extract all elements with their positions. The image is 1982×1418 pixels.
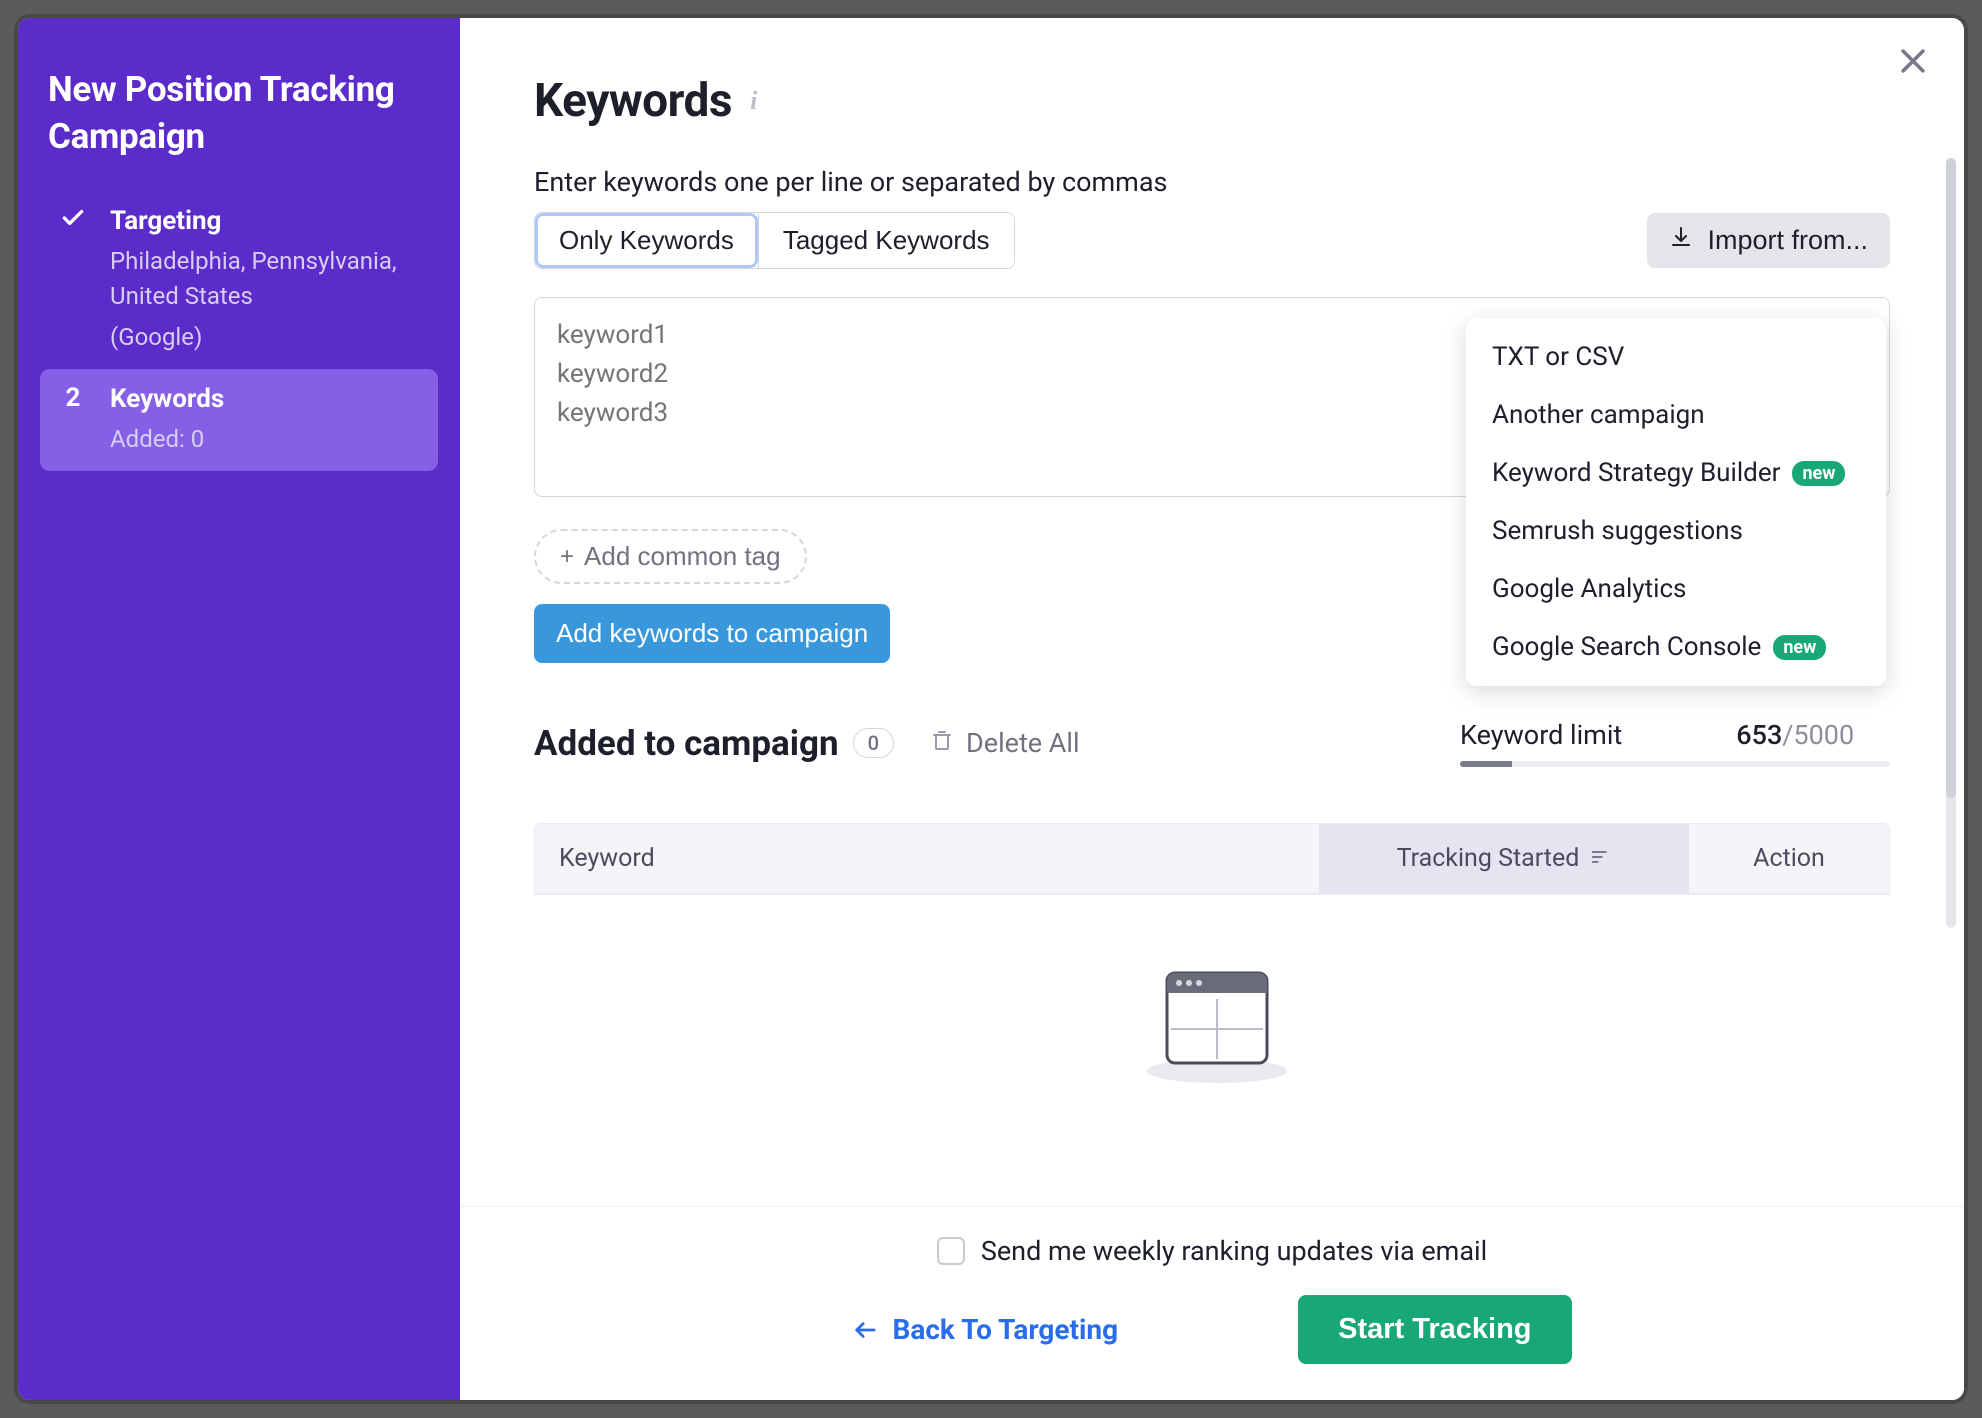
weekly-updates-label: Send me weekly ranking updates via email [981, 1235, 1487, 1267]
table-header: Keyword Tracking Started Action [535, 824, 1889, 894]
import-another-campaign[interactable]: Another campaign [1466, 386, 1886, 444]
start-tracking-button[interactable]: Start Tracking [1298, 1295, 1571, 1364]
added-count-pill: 0 [853, 728, 894, 758]
import-keyword-strategy-builder[interactable]: Keyword Strategy Builder new [1466, 444, 1886, 502]
trash-icon [930, 726, 954, 761]
step-keywords-count: Added: 0 [110, 422, 420, 457]
limit-used: 653 [1736, 719, 1782, 751]
col-keyword[interactable]: Keyword [535, 824, 1319, 893]
back-to-targeting-link[interactable]: Back To Targeting [852, 1313, 1118, 1346]
step-label: Keywords [110, 383, 420, 417]
page-title: Keywords i [534, 74, 1890, 128]
col-action: Action [1689, 824, 1889, 893]
new-badge: new [1773, 635, 1826, 660]
keyword-limit: Keyword limit 653/5000 [1460, 719, 1890, 767]
add-keywords-button[interactable]: Add keywords to campaign [534, 604, 890, 663]
limit-progress-bar [1460, 761, 1890, 767]
limit-progress-fill [1460, 761, 1512, 767]
add-common-tag-button[interactable]: + Add common tag [534, 529, 807, 584]
step-targeting-engine: (Google) [110, 320, 420, 355]
scroll-thumb[interactable] [1946, 158, 1956, 798]
delete-all-button[interactable]: Delete All [930, 726, 1080, 761]
step-keywords[interactable]: 2 Keywords Added: 0 [40, 369, 438, 472]
step-number: 2 [58, 383, 88, 458]
step-label: Targeting [110, 205, 420, 239]
tab-only-keywords[interactable]: Only Keywords [535, 213, 758, 268]
import-google-search-console[interactable]: Google Search Console new [1466, 618, 1886, 676]
keywords-table: Keyword Tracking Started Action [534, 823, 1890, 895]
import-txt-csv[interactable]: TXT or CSV [1466, 328, 1886, 386]
tab-tagged-keywords[interactable]: Tagged Keywords [759, 213, 1014, 268]
wizard-modal: New Position Tracking Campaign Targeting… [18, 18, 1964, 1400]
scrollbar[interactable] [1946, 158, 1956, 928]
import-from-button[interactable]: Import from... [1647, 213, 1890, 268]
keyword-mode-tabs: Only Keywords Tagged Keywords [534, 212, 1015, 269]
sort-desc-icon [1591, 844, 1611, 873]
import-semrush-suggestions[interactable]: Semrush suggestions [1466, 502, 1886, 560]
check-icon [58, 205, 88, 355]
main-panel: Keywords i Enter keywords one per line o… [460, 18, 1964, 1400]
weekly-updates-checkbox[interactable] [937, 1237, 965, 1265]
wizard-footer: Send me weekly ranking updates via email… [460, 1206, 1964, 1400]
col-tracking-started[interactable]: Tracking Started [1319, 824, 1689, 893]
wizard-title: New Position Tracking Campaign [48, 66, 430, 161]
download-icon [1669, 225, 1693, 256]
helper-text: Enter keywords one per line or separated… [534, 166, 1890, 198]
empty-state-illustration [534, 955, 1890, 1085]
wizard-sidebar: New Position Tracking Campaign Targeting… [18, 18, 460, 1400]
import-google-analytics[interactable]: Google Analytics [1466, 560, 1886, 618]
step-targeting[interactable]: Targeting Philadelphia, Pennsylvania, Un… [40, 191, 438, 369]
limit-total: /5000 [1782, 719, 1854, 751]
added-heading: Added to campaign 0 [534, 723, 894, 764]
import-dropdown: TXT or CSV Another campaign Keyword Stra… [1466, 318, 1886, 686]
new-badge: new [1792, 461, 1845, 486]
plus-icon: + [560, 543, 574, 571]
step-targeting-location: Philadelphia, Pennsylvania, United State… [110, 244, 420, 314]
info-icon[interactable]: i [750, 86, 757, 116]
limit-label: Keyword limit [1460, 719, 1622, 751]
